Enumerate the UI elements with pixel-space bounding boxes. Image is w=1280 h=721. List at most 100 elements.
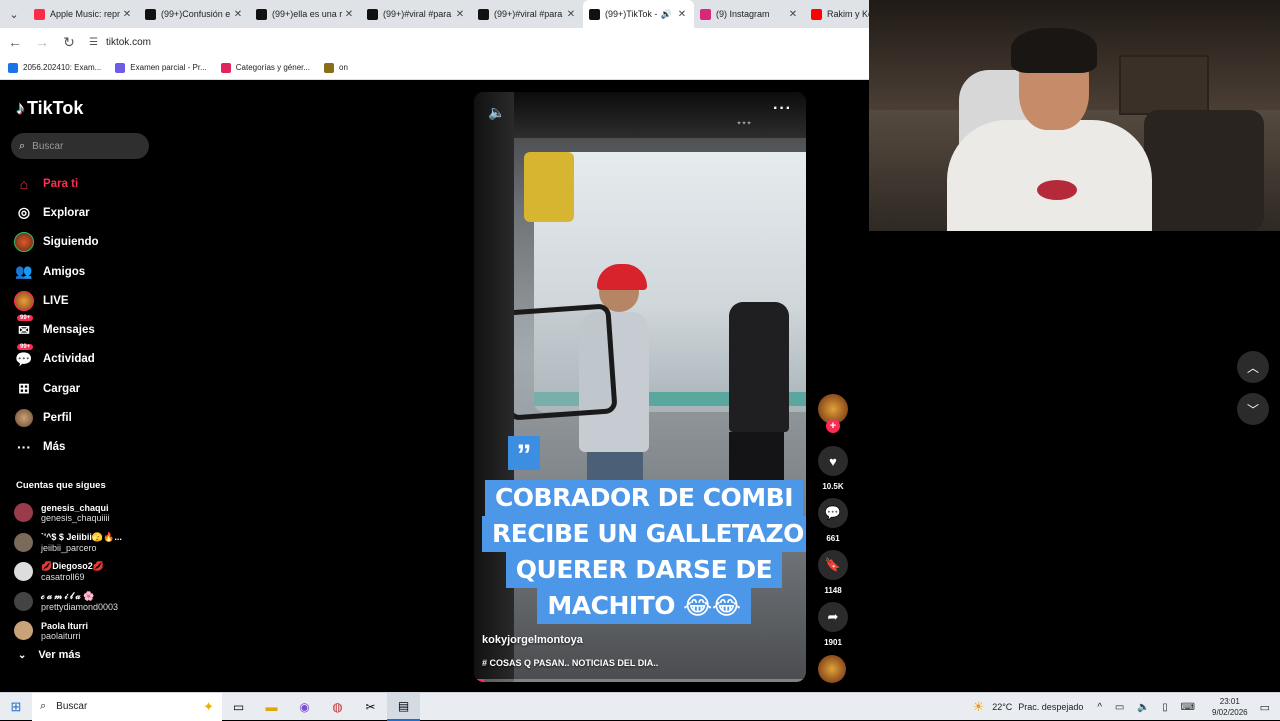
reload-icon[interactable]: ↻ [57, 30, 81, 54]
bookmark-item[interactable]: Examen parcial - Pr... [115, 62, 207, 73]
weather-widget[interactable]: ☀ 22°C Prac. despejado [973, 699, 1084, 715]
tab-label: (99+)TikTok - [605, 9, 658, 19]
account-name: `'^$ $ Jeiibii🫣🔥... [41, 531, 122, 542]
sidebar-item-más[interactable]: ··· Más [14, 433, 99, 462]
following-title: Cuentas que sigues [16, 480, 106, 491]
close-icon[interactable]: ✕ [565, 9, 577, 20]
notifications-icon[interactable]: ▭ [1260, 701, 1270, 714]
sidebar-item-label: Más [43, 441, 66, 454]
following-account[interactable]: 💋Diegoso2💋 casatroll69 [14, 557, 122, 587]
following-account[interactable]: genesis_chaqui genesis_chaquiiii [14, 498, 122, 528]
close-icon[interactable]: ✕ [454, 9, 466, 20]
previous-video-button[interactable]: ︿ [1237, 351, 1269, 383]
video-author[interactable]: kokyjorgelmontoya [482, 634, 583, 646]
video-player[interactable]: ✦✦✦ 🔈 ··· ” COBRADOR DE COMBI RECIBE UN G… [474, 92, 806, 682]
friends-icon: 👥 [15, 263, 33, 280]
sidebar-item-live[interactable]: LIVE [14, 286, 99, 315]
tab-search-icon[interactable]: ⌄ [0, 0, 28, 28]
capcut-icon[interactable]: ✂ [354, 693, 387, 721]
close-icon[interactable]: ✕ [232, 9, 244, 20]
browser-tab[interactable]: (99+)TikTok - 🔊 ✕ [583, 0, 694, 28]
following-list: genesis_chaqui genesis_chaquiiii `'^$ $ Je… [14, 498, 122, 646]
close-icon[interactable]: ✕ [343, 9, 355, 20]
activity-icon: 💬 99+ [15, 344, 34, 367]
system-icons[interactable]: ^ ▭ 🔈 ▯ ⌨ [1097, 702, 1200, 713]
sidebar-item-perfil[interactable]: Perfil [14, 403, 99, 432]
account-name: Paola Iturri [41, 620, 89, 631]
video-description[interactable]: # COSAS Q PASAN.. NOTICIAS DEL DIA.. [482, 658, 658, 668]
following-account[interactable]: Paola Iturri paolaiturri [14, 616, 122, 646]
back-icon[interactable]: ← [3, 30, 27, 54]
video-progress-bar[interactable] [474, 679, 806, 682]
search-box[interactable]: ⌕ [11, 133, 149, 159]
sidebar-item-explorar[interactable]: ◎ Explorar [14, 198, 99, 227]
comment-icon: 💬 [824, 505, 842, 520]
bookmark-item[interactable]: on [324, 62, 348, 73]
share-button[interactable]: ➦ [818, 602, 848, 632]
sidebar-item-para-ti[interactable]: ⌂ Para ti [14, 169, 99, 198]
task-view-icon[interactable]: ▭ [222, 693, 255, 721]
tab-label: (99+)Confusión e [161, 9, 231, 19]
sidebar-item-cargar[interactable]: ⊞ Cargar [14, 374, 99, 403]
messages-icon: ✉ 99+ [14, 315, 34, 340]
browser-tab[interactable]: Apple Music: repr ✕ [28, 0, 139, 28]
tab-label: (99+)#viral #para [494, 9, 563, 19]
tab-favicon-icon [367, 8, 378, 20]
close-icon[interactable]: ✕ [676, 9, 688, 20]
browser-tab-strip: ⌄ Apple Music: repr ✕ (99+)Confusión e ✕ (99… [0, 0, 869, 28]
browser-tab[interactable]: (99+)Confusión e ✕ [139, 0, 250, 28]
browser-tab[interactable]: (99+)#viral #para ✕ [361, 0, 472, 28]
start-icon[interactable]: ⊞ [0, 693, 32, 721]
browser-tab[interactable]: (99+)#viral #para ✕ [472, 0, 583, 28]
tab-favicon-icon [34, 8, 45, 20]
browser-tab[interactable]: Rakim y Ken [805, 0, 869, 28]
caption-line: QUERER DARSE DE [505, 552, 783, 588]
comment-button[interactable]: 💬 [818, 498, 848, 528]
tiktok-logo[interactable]: ♪ TikTok [16, 98, 83, 119]
file-explorer-icon[interactable]: ▬ [255, 693, 288, 721]
chrome-icon[interactable]: ◉ [288, 693, 321, 721]
sidebar-item-siguiendo[interactable]: Siguiendo [14, 228, 99, 257]
clock[interactable]: 23:01 9/02/2026 [1212, 696, 1248, 718]
active-app-icon[interactable]: ▤ [387, 692, 420, 721]
address-bar[interactable]: tiktok.com [106, 37, 151, 48]
app-icon[interactable]: ◍ [321, 693, 354, 721]
browser-nav-bar: ← → ↻ ☰ tiktok.com [0, 28, 869, 56]
account-username: jeiibii_parcero [41, 542, 97, 553]
forward-icon[interactable]: → [30, 30, 54, 54]
close-icon[interactable]: ✕ [121, 9, 133, 20]
bookmark-label: Categorías y géner... [235, 63, 311, 72]
speaker-icon[interactable]: 🔊 [661, 9, 672, 20]
more-options-icon[interactable]: ··· [773, 100, 792, 118]
close-icon[interactable]: ✕ [787, 9, 799, 20]
following-account[interactable]: `'^$ $ Jeiibii🫣🔥... jeiibii_parcero [14, 528, 122, 558]
bookmark-label: Examen parcial - Pr... [130, 63, 207, 72]
comment-count: 661 [826, 534, 840, 543]
taskbar-search[interactable]: ⌕ Buscar ✦ [32, 692, 222, 721]
sidebar-item-label: Explorar [43, 206, 90, 219]
sound-avatar[interactable] [818, 655, 846, 683]
search-input[interactable] [32, 140, 133, 152]
volume-icon[interactable]: 🔈 [488, 104, 505, 121]
like-button[interactable]: ♥ [818, 446, 848, 476]
like-count: 10.5K [822, 482, 844, 491]
save-button[interactable]: 🔖 [818, 550, 848, 580]
sidebar-item-actividad[interactable]: 💬 99+ Actividad [14, 344, 99, 374]
bookmark-item[interactable]: 2056.202410: Exam... [8, 62, 101, 73]
sidebar-item-amigos[interactable]: 👥 Amigos [14, 257, 99, 286]
see-more-button[interactable]: ⌄ Ver más [18, 649, 81, 661]
sidebar-item-label: Siguiendo [43, 236, 99, 249]
next-video-button[interactable]: ﹀ [1237, 393, 1269, 425]
tab-label: Apple Music: repr [50, 9, 121, 19]
bookmark-favicon-icon [8, 62, 18, 73]
browser-tab[interactable]: (9) Instagram ✕ [694, 0, 805, 28]
heart-icon: ♥ [829, 453, 837, 469]
site-info-icon[interactable]: ☰ [89, 37, 98, 48]
following-account[interactable]: 𝒸 𝒶 𝓂 𝒾 𝓁 𝒶 🌸 prettydiamond0003 [14, 587, 122, 617]
video-scene-mirror [500, 303, 618, 421]
sidebar-item-mensajes[interactable]: ✉ 99+ Mensajes [14, 315, 99, 344]
browser-tab[interactable]: (99+)ella es una r ✕ [250, 0, 361, 28]
tab-favicon-icon [478, 8, 489, 20]
follow-plus-icon[interactable]: + [826, 419, 840, 433]
bookmark-item[interactable]: Categorías y géner... [220, 62, 311, 73]
